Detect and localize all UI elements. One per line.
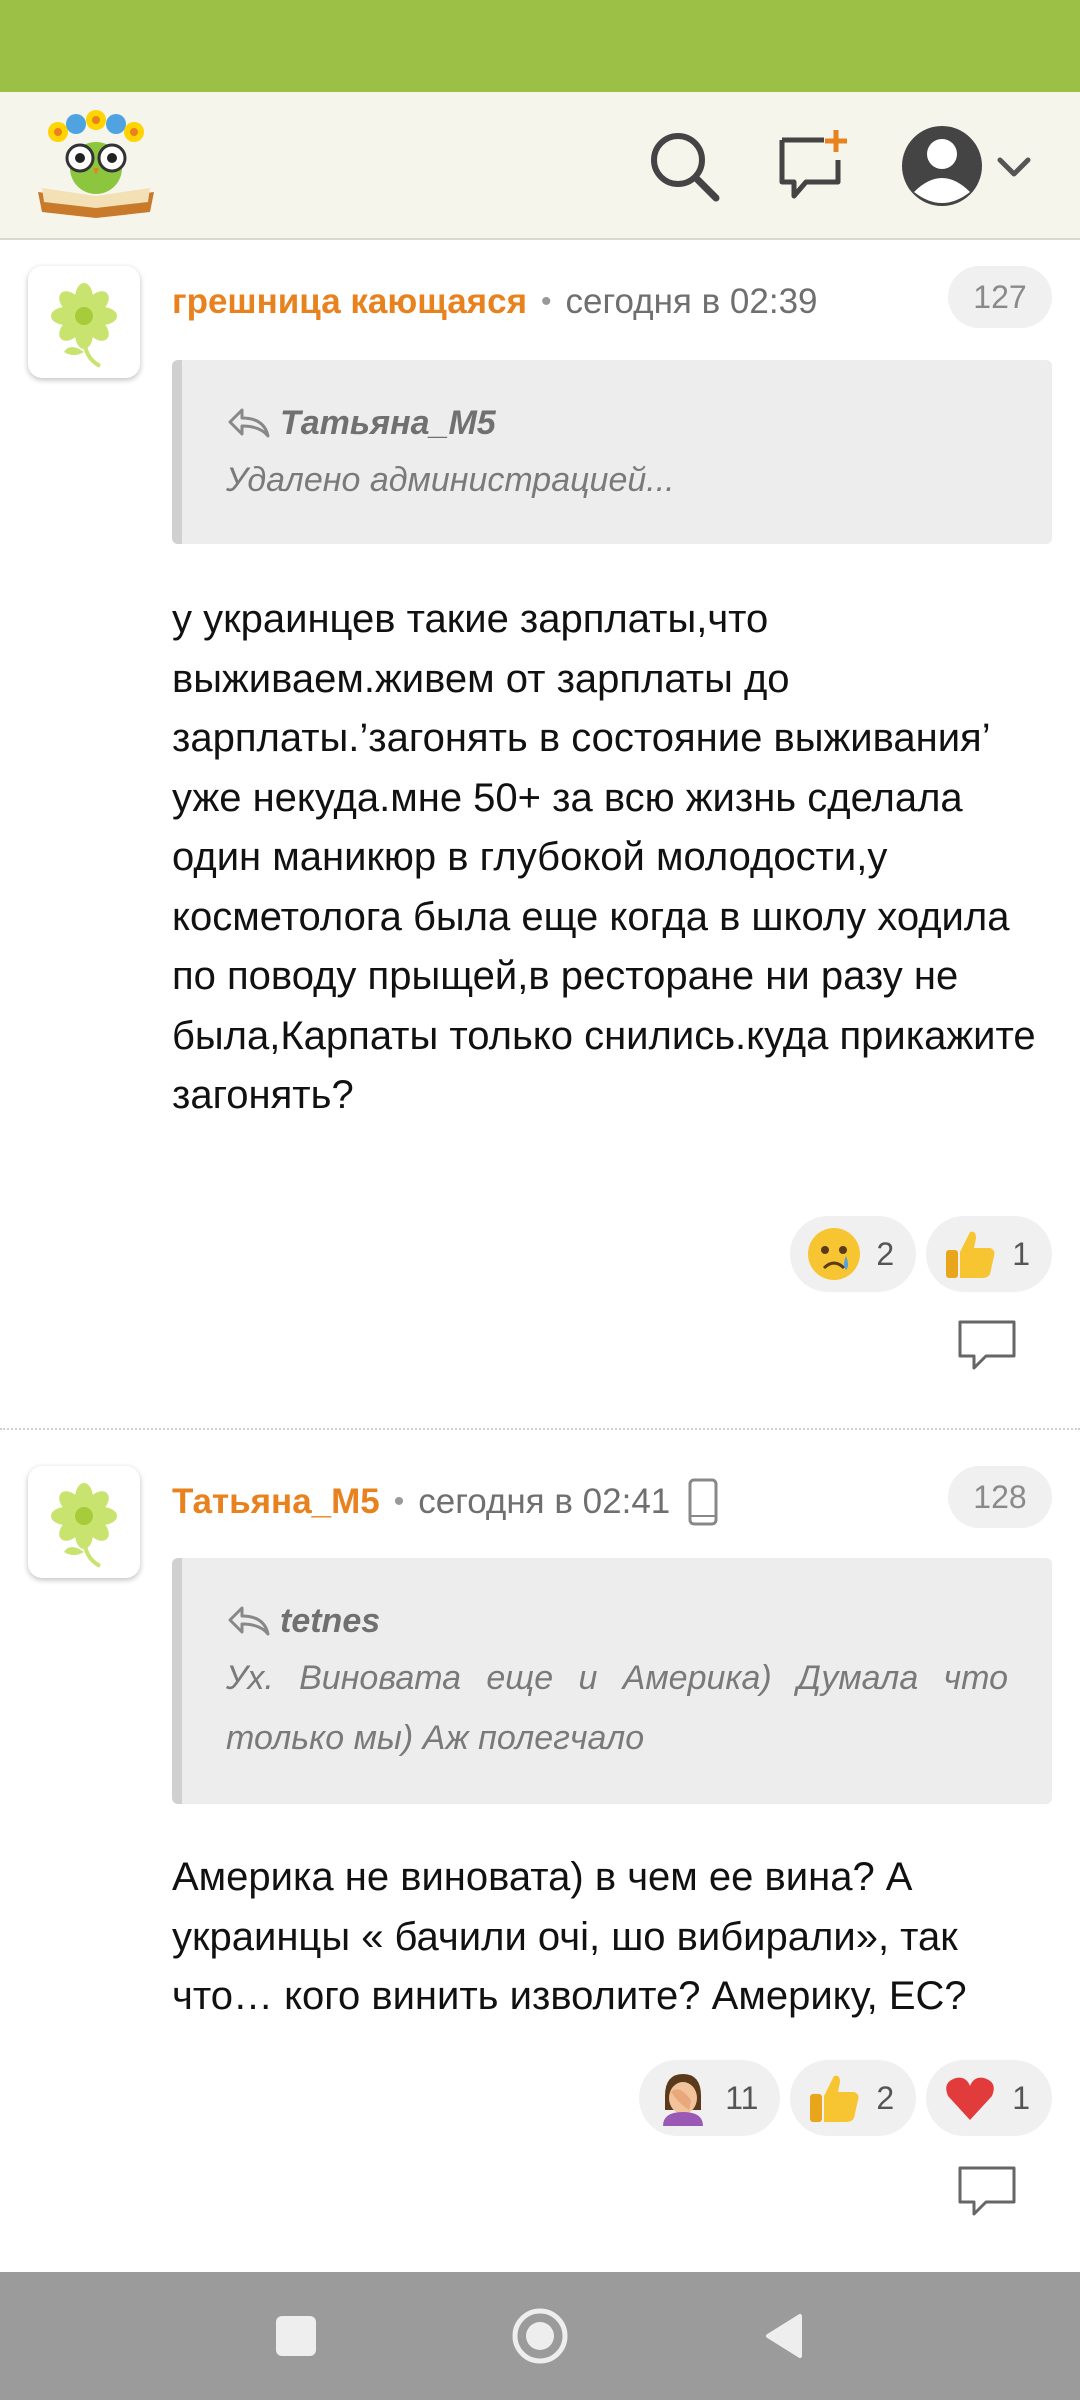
quote-block: tetnes Ух. Виновата еще и Америка) Думал… — [172, 1558, 1052, 1804]
chevron-down-icon — [997, 157, 1031, 177]
owl-book-logo-icon[interactable] — [32, 108, 160, 220]
reaction-count: 11 — [725, 2079, 759, 2116]
reactions-row: 11 2 1 — [639, 2060, 1052, 2136]
quote-author[interactable]: Татьяна_М5 — [280, 404, 496, 443]
reaction-pill[interactable]: 1 — [926, 1216, 1052, 1292]
reaction-pill[interactable]: 2 — [790, 2060, 917, 2136]
heart-icon — [946, 2077, 995, 2120]
quote-text: Удалено администрацией... — [226, 461, 675, 499]
quote-author-row: tetnes — [226, 1598, 1008, 1644]
reaction-count: 1 — [1012, 1235, 1030, 1272]
quote-author[interactable]: tetnes — [280, 1602, 380, 1641]
facepalm-icon — [663, 2074, 704, 2126]
timestamp: сегодня в 02:41 — [418, 1482, 671, 1521]
author-name[interactable]: грешница кающаяся — [172, 282, 527, 322]
app-header — [0, 92, 1080, 240]
avatar[interactable] — [28, 266, 140, 378]
avatar[interactable] — [28, 1466, 140, 1578]
comment-divider — [0, 1428, 1080, 1430]
new-topic-icon[interactable] — [774, 126, 854, 206]
comment-meta: Татьяна_М5 • сегодня в 02:41 — [172, 1474, 718, 1530]
comment-text: Америка не виновата) в чем ее вина? А ук… — [172, 1855, 967, 2018]
status-bar — [0, 0, 1080, 92]
separator-dot: • — [393, 1485, 405, 1518]
reply-comment-icon[interactable] — [956, 1318, 1018, 1372]
profile-avatar-icon[interactable] — [898, 118, 1038, 214]
crying-face-icon — [808, 1228, 861, 1280]
reaction-pill[interactable]: 11 — [639, 2060, 781, 2136]
quote-text: Ух. Виновата еще и Америка) Думала что т… — [226, 1659, 1008, 1757]
reaction-pill[interactable]: 2 — [790, 1216, 917, 1292]
author-name[interactable]: Татьяна_М5 — [172, 1482, 380, 1522]
thumbs-up-icon — [810, 2075, 859, 2122]
circle-icon[interactable] — [510, 2306, 570, 2366]
reactions-row: 2 1 — [790, 1216, 1052, 1292]
thumbs-up-icon — [946, 1231, 995, 1278]
quote-author-row: Татьяна_М5 — [226, 400, 1008, 446]
comment-number[interactable]: 127 — [948, 266, 1052, 328]
reaction-pill[interactable]: 1 — [926, 2060, 1052, 2136]
system-nav-bar — [0, 2272, 1080, 2400]
search-icon[interactable] — [644, 126, 724, 206]
triangle-back-icon[interactable] — [754, 2306, 814, 2366]
reply-arrow-icon — [228, 1606, 270, 1636]
reaction-count: 2 — [876, 2079, 895, 2116]
mobile-device-icon — [688, 1478, 718, 1526]
separator-dot: • — [541, 285, 552, 318]
timestamp: сегодня в 02:39 — [565, 282, 818, 321]
reaction-count: 2 — [876, 1235, 895, 1272]
reply-arrow-icon — [228, 408, 270, 438]
reaction-count: 1 — [1012, 2079, 1030, 2116]
comment-meta: грешница кающаяся • сегодня в 02:39 — [172, 274, 818, 330]
quote-block: Татьяна_М5 Удалено администрацией... — [172, 360, 1052, 544]
square-icon[interactable] — [266, 2306, 326, 2366]
reply-comment-icon[interactable] — [956, 2164, 1018, 2218]
comment-number[interactable]: 128 — [948, 1466, 1052, 1528]
comment-text: у украинцев такие зарплаты,что выживаем.… — [172, 597, 1036, 1117]
